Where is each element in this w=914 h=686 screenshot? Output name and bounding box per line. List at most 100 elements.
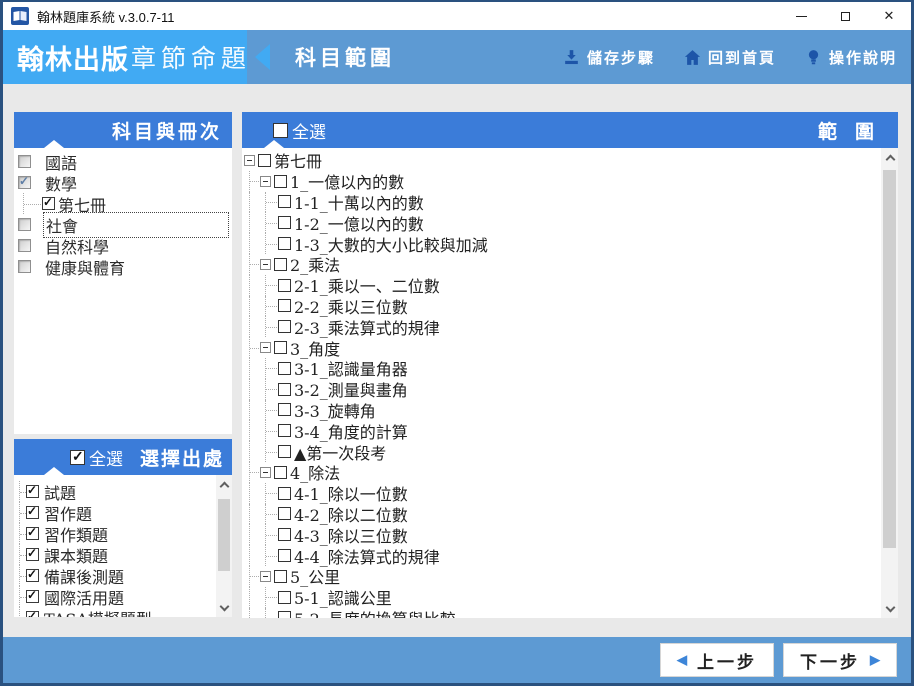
checkbox[interactable]	[274, 465, 287, 479]
checkbox[interactable]	[18, 155, 31, 168]
checkbox[interactable]	[26, 504, 39, 519]
tree-item[interactable]: 2_乘法	[242, 253, 898, 275]
checkbox[interactable]	[278, 195, 291, 209]
scroll-up-icon[interactable]	[220, 481, 228, 489]
subject-item[interactable]: 自然科學	[14, 235, 232, 257]
subject-item[interactable]: 社會	[14, 211, 232, 238]
close-button[interactable]: ✕	[867, 2, 911, 30]
source-item[interactable]: 習作題	[14, 502, 232, 524]
header-action-button[interactable]: 操作說明	[804, 47, 897, 68]
tree-item[interactable]: 5_公里	[242, 565, 898, 587]
checkbox[interactable]	[258, 153, 271, 167]
checkbox[interactable]	[278, 278, 291, 292]
tree-item[interactable]: 4-1_除以一位數	[242, 482, 898, 504]
scope-scrollbar[interactable]	[881, 148, 898, 618]
subject-item[interactable]: 健康與體育	[14, 256, 232, 278]
checkbox[interactable]	[26, 483, 39, 498]
checkbox[interactable]	[274, 341, 287, 355]
source-item[interactable]: 習作類題	[14, 523, 232, 545]
tree-item[interactable]: ▲第一次段考	[242, 441, 898, 463]
minimize-button[interactable]	[779, 2, 823, 30]
tree-item[interactable]: 3-1_認識量角器	[242, 357, 898, 379]
checkbox[interactable]	[274, 569, 287, 583]
prev-step-button[interactable]: ◀ 上一步	[660, 643, 774, 677]
scroll-down-icon[interactable]	[220, 603, 228, 611]
checkbox[interactable]	[278, 445, 291, 459]
tree-item[interactable]: 第七冊	[242, 150, 898, 171]
checkbox[interactable]	[278, 216, 291, 230]
checkbox[interactable]	[274, 257, 287, 271]
checkbox[interactable]	[26, 546, 39, 561]
collapse-icon[interactable]	[260, 342, 271, 354]
checkbox[interactable]	[278, 382, 291, 396]
tree-item[interactable]: 4_除法	[242, 461, 898, 483]
tree-item[interactable]: 2-3_乘法算式的規律	[242, 316, 898, 338]
source-item[interactable]: 備課後測題	[14, 565, 232, 587]
subject-item[interactable]: 國語	[14, 151, 232, 173]
maximize-button[interactable]	[823, 2, 867, 30]
source-item[interactable]: 試題	[14, 481, 232, 503]
checkbox[interactable]	[278, 299, 291, 313]
checkbox[interactable]	[278, 403, 291, 417]
source-item[interactable]: TASA模擬題型	[14, 607, 232, 617]
tree-item[interactable]: 3-4_角度的計算	[242, 420, 898, 442]
collapse-icon[interactable]	[260, 570, 271, 582]
checkbox[interactable]	[274, 174, 287, 188]
checkbox[interactable]	[42, 195, 55, 210]
tree-item[interactable]: 4-4_除法算式的規律	[242, 545, 898, 567]
collapse-icon[interactable]	[260, 258, 271, 270]
sources-scrollbar[interactable]	[216, 475, 232, 617]
tree-item[interactable]: 3_角度	[242, 337, 898, 359]
checkbox[interactable]	[278, 549, 291, 563]
checkbox[interactable]	[26, 567, 39, 582]
subject-item[interactable]: 數學	[14, 172, 232, 194]
checkbox[interactable]	[278, 424, 291, 438]
tree-item[interactable]: 5-1_認識公里	[242, 586, 898, 608]
select-all-scope-checkbox[interactable]	[273, 122, 288, 138]
tree-item[interactable]: 2-1_乘以一、二位數	[242, 274, 898, 296]
select-all-sources-checkbox[interactable]	[70, 448, 85, 465]
sources-scrollbar-thumb[interactable]	[218, 499, 230, 571]
checkbox[interactable]	[278, 590, 291, 604]
app-header: 翰林出版 章節命題 科目範圍 儲存步驟 回到首頁 操作說明	[3, 30, 911, 84]
tree-item[interactable]: 4-3_除以三位數	[242, 524, 898, 546]
checkbox[interactable]	[18, 239, 31, 252]
scroll-down-icon[interactable]	[886, 604, 894, 612]
header-action-button[interactable]: 回到首頁	[683, 47, 776, 68]
scope-scrollbar-thumb[interactable]	[883, 170, 896, 548]
tree-item[interactable]: 5-2_長度的換算與比較	[242, 607, 898, 618]
tree-item[interactable]: 1-2_一億以內的數	[242, 212, 898, 234]
collapse-icon[interactable]	[260, 175, 271, 187]
brand-subtitle: 章節命題	[131, 45, 252, 73]
checkbox[interactable]	[278, 320, 291, 334]
checkbox[interactable]	[278, 361, 291, 375]
tree-item[interactable]: 3-2_測量與畫角	[242, 378, 898, 400]
checkbox[interactable]	[18, 218, 31, 231]
collapse-icon[interactable]	[244, 154, 255, 166]
checkbox[interactable]	[26, 588, 39, 603]
tree-item[interactable]: 1_一億以內的數	[242, 170, 898, 192]
checkbox[interactable]	[26, 609, 39, 617]
source-item[interactable]: 課本類題	[14, 544, 232, 566]
tree-item[interactable]: 3-3_旋轉角	[242, 399, 898, 421]
collapse-icon[interactable]	[260, 466, 271, 478]
checkbox[interactable]	[18, 260, 31, 273]
checkbox[interactable]	[18, 174, 31, 189]
checkbox[interactable]	[278, 486, 291, 500]
subjects-list: 國語數學第七冊社會自然科學健康與體育	[14, 148, 232, 434]
tree-item[interactable]: 4-2_除以二位數	[242, 503, 898, 525]
checkbox[interactable]	[278, 237, 291, 251]
header-action-button[interactable]: 儲存步驟	[562, 47, 655, 68]
scroll-up-icon[interactable]	[886, 154, 894, 162]
next-step-button[interactable]: 下一步 ▶	[783, 643, 897, 677]
checkbox[interactable]	[26, 525, 39, 540]
arrow-right-icon: ▶	[870, 652, 880, 667]
tree-item[interactable]: 1-3_大數的大小比較與加減	[242, 233, 898, 255]
tree-item[interactable]: 1-1_十萬以內的數	[242, 191, 898, 213]
checkbox[interactable]	[278, 611, 291, 618]
chevron-left-icon	[255, 44, 270, 70]
checkbox[interactable]	[278, 507, 291, 521]
source-item[interactable]: 國際活用題	[14, 586, 232, 608]
tree-item[interactable]: 2-2_乘以三位數	[242, 295, 898, 317]
checkbox[interactable]	[278, 528, 291, 542]
